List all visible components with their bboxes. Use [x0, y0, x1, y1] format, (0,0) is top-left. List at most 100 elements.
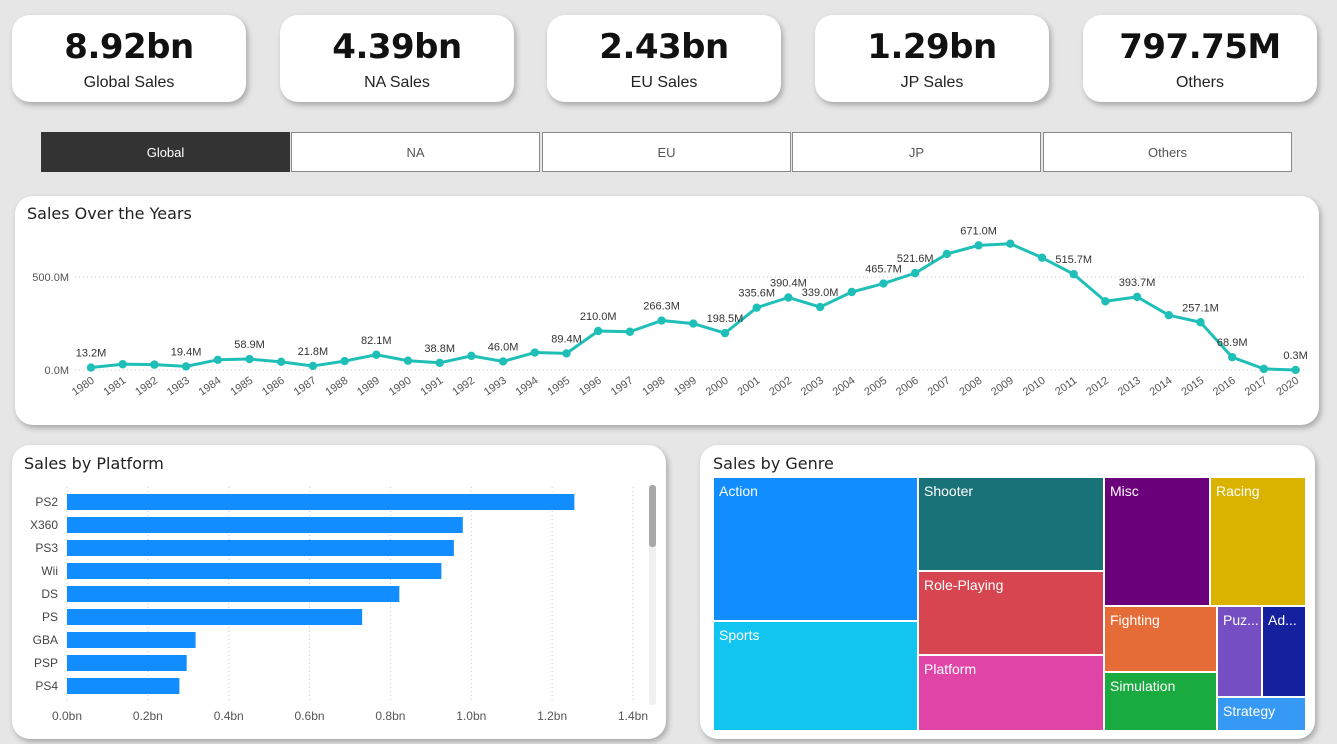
x-tick-label: 1986 [260, 375, 287, 399]
bar[interactable] [67, 586, 400, 602]
bar[interactable] [67, 517, 463, 533]
data-point[interactable] [752, 303, 761, 312]
data-point[interactable] [530, 348, 539, 357]
data-point[interactable] [847, 287, 856, 297]
data-point[interactable] [625, 327, 635, 336]
tab-others[interactable]: Others [1043, 132, 1292, 172]
x-tick-label: 2014 [1148, 375, 1175, 399]
bar[interactable] [67, 655, 187, 671]
treemap-cell-misc[interactable]: Misc [1104, 477, 1210, 606]
data-point[interactable] [150, 360, 159, 369]
treemap-cell-simulation[interactable]: Simulation [1104, 672, 1217, 731]
data-point[interactable] [277, 357, 286, 367]
x-tick-label: 1994 [514, 375, 541, 399]
data-point[interactable] [308, 361, 318, 371]
x-tick-label: 1987 [292, 375, 319, 399]
scrollbar-thumb[interactable] [649, 485, 656, 547]
data-point[interactable] [181, 362, 191, 371]
y-tick-label: 0.0M [45, 365, 69, 377]
data-point[interactable] [1228, 353, 1237, 362]
data-point[interactable] [720, 328, 730, 338]
kpi-card-eu-sales: 2.43bn EU Sales [547, 15, 781, 102]
bar[interactable] [67, 563, 442, 579]
scrollbar-track[interactable] [649, 485, 656, 705]
data-point[interactable] [1164, 311, 1174, 320]
x-tick-label: 1980 [70, 375, 97, 399]
data-point[interactable] [974, 241, 983, 250]
data-label: 68.9M [1217, 337, 1248, 349]
x-tick-label: 2001 [735, 375, 762, 399]
treemap-cell-sports[interactable]: Sports [713, 621, 918, 731]
treemap-cell-strategy[interactable]: Strategy [1217, 697, 1306, 731]
data-point[interactable] [86, 363, 96, 372]
kpi-card-global-sales: 8.92bn Global Sales [12, 15, 246, 102]
data-point[interactable] [403, 356, 413, 365]
treemap-cell-fighting[interactable]: Fighting [1104, 606, 1217, 672]
treemap-cell-racing[interactable]: Racing [1210, 477, 1306, 606]
data-point[interactable] [213, 355, 222, 364]
data-point[interactable] [435, 358, 444, 367]
data-point[interactable] [1132, 292, 1142, 302]
data-point[interactable] [245, 354, 254, 364]
data-point[interactable] [340, 356, 349, 366]
data-point[interactable] [1259, 364, 1269, 374]
data-point[interactable] [1291, 365, 1300, 375]
data-point[interactable] [1101, 297, 1110, 306]
kpi-label: NA Sales [364, 74, 430, 91]
data-point[interactable] [657, 316, 666, 325]
sales-by-platform-panel: Sales by Platform 0.0bn 0.2bn 0.4bn 0.6bn 0.… [12, 445, 666, 739]
x-tick-label: 1989 [355, 375, 382, 399]
x-tick-label: 2013 [1116, 375, 1143, 399]
data-point[interactable] [1196, 318, 1205, 327]
bar[interactable] [67, 494, 575, 510]
x-tick-label: 2015 [1179, 375, 1206, 399]
data-point[interactable] [784, 293, 793, 302]
kpi-value: 1.29bn [867, 27, 997, 67]
data-label: 671.0M [960, 225, 997, 237]
bar[interactable] [67, 632, 196, 648]
x-tick-label: 0.6bn [295, 709, 325, 723]
treemap-cell-platform[interactable]: Platform [918, 655, 1104, 731]
tab-eu[interactable]: EU [542, 132, 791, 172]
treemap-cell-role-playing[interactable]: Role-Playing [918, 571, 1104, 655]
x-tick-label: 1999 [672, 375, 699, 399]
category-label: PS3 [35, 541, 58, 555]
x-tick-label: 2010 [1021, 375, 1048, 399]
data-point[interactable] [498, 357, 508, 366]
data-point[interactable] [372, 350, 381, 359]
data-label: 339.0M [802, 287, 839, 299]
treemap-cell-shooter[interactable]: Shooter [918, 477, 1104, 571]
x-tick-label: 1.0bn [456, 709, 486, 723]
x-tick-label: 2009 [989, 375, 1016, 399]
data-point[interactable] [467, 351, 476, 361]
data-label: 0.3M [1283, 350, 1307, 362]
data-point[interactable] [911, 268, 920, 278]
kpi-value: 797.75M [1119, 27, 1281, 67]
data-label: 515.7M [1055, 254, 1092, 266]
treemap-cell-action[interactable]: Action [713, 477, 918, 621]
x-tick-label: 0.8bn [375, 709, 405, 723]
data-point[interactable] [562, 349, 571, 358]
bar[interactable] [67, 540, 454, 556]
sales-by-genre-panel: Sales by Genre Action Sports Shooter Rol… [700, 445, 1315, 739]
data-point[interactable] [594, 326, 603, 336]
tab-na[interactable]: NA [291, 132, 540, 172]
bar[interactable] [67, 609, 363, 625]
kpi-value: 8.92bn [64, 27, 194, 67]
treemap-cell-puzzle[interactable]: Puz... [1217, 606, 1262, 697]
data-point[interactable] [1069, 270, 1078, 279]
data-point[interactable] [1037, 253, 1047, 262]
tab-jp[interactable]: JP [792, 132, 1041, 172]
data-point[interactable] [815, 302, 825, 312]
tab-global[interactable]: Global [41, 132, 290, 172]
treemap-cell-adventure[interactable]: Ad... [1262, 606, 1306, 697]
x-tick-label: 0.4bn [214, 709, 244, 723]
bar[interactable] [67, 678, 180, 694]
data-point[interactable] [1006, 239, 1015, 248]
data-point[interactable] [879, 279, 888, 288]
data-point[interactable] [942, 249, 952, 259]
x-tick-label: 1982 [133, 375, 160, 399]
x-tick-label: 0.2bn [133, 709, 163, 723]
data-point[interactable] [118, 360, 127, 369]
data-point[interactable] [689, 319, 698, 328]
